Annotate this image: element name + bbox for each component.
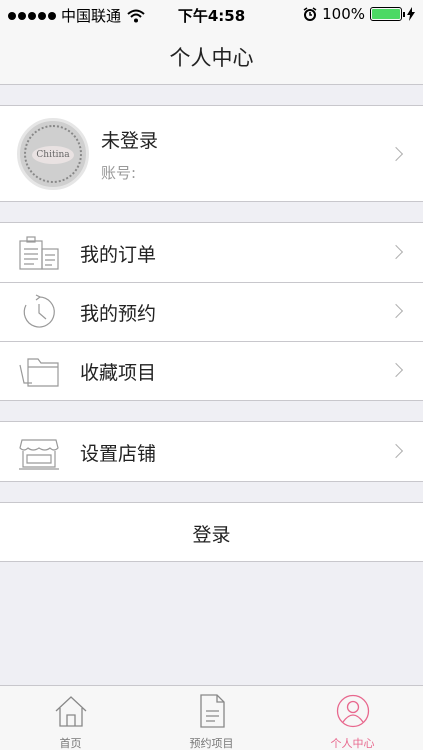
tab-home[interactable]: 首页 bbox=[0, 686, 141, 750]
menu-item-favorites[interactable]: 收藏项目 bbox=[0, 341, 423, 400]
login-button-label: 登录 bbox=[192, 524, 231, 546]
folder-icon bbox=[19, 358, 59, 387]
tab-profile-label: 个人中心 bbox=[330, 737, 375, 750]
menu-label-orders: 我的订单 bbox=[80, 244, 157, 266]
menu-item-orders[interactable]: 我的订单 bbox=[0, 223, 423, 282]
battery-icon bbox=[370, 7, 405, 21]
menu-label-shop-settings: 设置店铺 bbox=[80, 443, 157, 465]
battery-fill bbox=[372, 9, 400, 19]
menu-item-appointments[interactable]: 我的预约 bbox=[0, 282, 423, 341]
alarm-icon bbox=[303, 7, 317, 21]
profile-name: 未登录 bbox=[101, 130, 159, 152]
chevron-right-icon bbox=[388, 362, 404, 378]
login-button[interactable]: 登录 bbox=[0, 502, 423, 562]
home-icon bbox=[55, 696, 87, 727]
tab-bar: 首页 预约项目 个人中心 bbox=[0, 685, 423, 750]
clock-history-icon bbox=[23, 294, 55, 328]
tab-home-label: 首页 bbox=[59, 737, 82, 750]
battery-percent: 100% bbox=[322, 5, 365, 23]
shop-group: 设置店铺 bbox=[0, 421, 423, 482]
avatar: Chitina bbox=[17, 118, 89, 190]
menu-group: 我的订单 我的预约 收藏项目 bbox=[0, 222, 423, 401]
charging-icon bbox=[407, 7, 415, 21]
chevron-right-icon bbox=[388, 146, 404, 162]
menu-item-shop-settings[interactable]: 设置店铺 bbox=[0, 422, 423, 481]
tab-appointment-items[interactable]: 预约项目 bbox=[141, 686, 282, 750]
profile-account-label: 账号: bbox=[101, 164, 137, 182]
page-title: 个人中心 bbox=[169, 46, 254, 70]
user-icon bbox=[336, 694, 370, 728]
chevron-right-icon bbox=[388, 303, 404, 319]
menu-label-favorites: 收藏项目 bbox=[80, 362, 157, 384]
chevron-right-icon bbox=[388, 443, 404, 459]
avatar-logo: Chitina bbox=[32, 146, 74, 164]
document-icon bbox=[200, 694, 225, 728]
status-right: 100% bbox=[303, 5, 415, 23]
chevron-right-icon bbox=[388, 244, 404, 260]
tab-profile[interactable]: 个人中心 bbox=[282, 686, 423, 750]
profile-row[interactable]: Chitina 未登录 账号: bbox=[0, 105, 423, 202]
storefront-icon bbox=[19, 439, 59, 470]
status-bar: 中国联通 下午4:58 100% bbox=[0, 0, 423, 28]
menu-label-appointments: 我的预约 bbox=[80, 303, 157, 325]
tab-appointment-items-label: 预约项目 bbox=[189, 737, 234, 750]
navigation-bar: 个人中心 bbox=[0, 28, 423, 85]
clipboard-list-icon bbox=[19, 236, 59, 270]
